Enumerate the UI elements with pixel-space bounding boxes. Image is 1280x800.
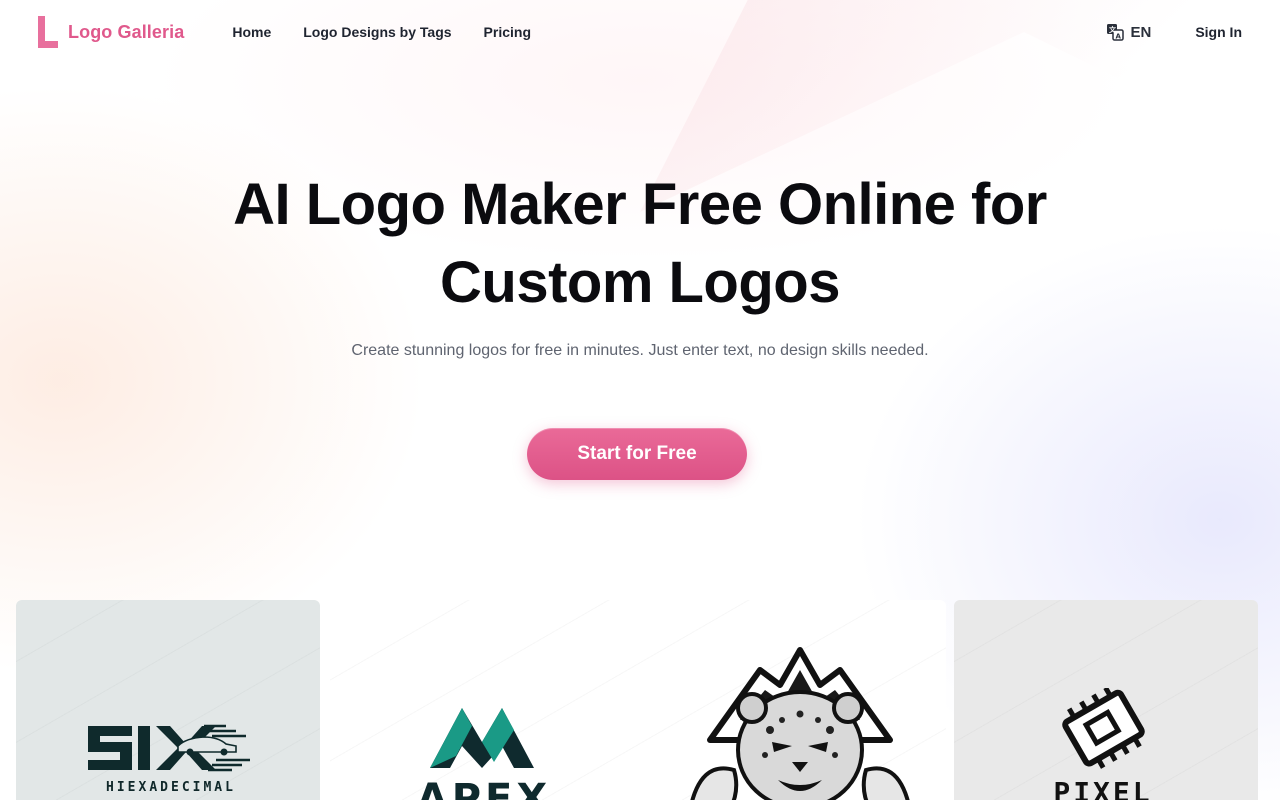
hero-title-line-2: Custom Logos: [440, 250, 840, 315]
apex-mountain-icon: [430, 708, 534, 768]
language-selector[interactable]: 文 A EN: [1106, 23, 1151, 41]
gallery-card-six[interactable]: HIEXADECIMAL: [16, 600, 320, 800]
brand-name: Logo Galleria: [68, 21, 185, 42]
nav-link-pricing[interactable]: Pricing: [484, 24, 531, 40]
gallery-card-pixel[interactable]: PIXEL: [954, 600, 1258, 800]
language-label: EN: [1130, 23, 1152, 41]
gallery-card-apex[interactable]: APEX: [330, 600, 946, 800]
hero-subtitle: Create stunning logos for free in minute…: [351, 342, 929, 359]
top-navbar: Logo Galleria Home Logo Designs by Tags …: [0, 0, 1280, 64]
brand-logo-link[interactable]: Logo Galleria: [38, 16, 184, 48]
pixel-logo-text: PIXEL: [1053, 776, 1153, 800]
hero-title-line-1: AI Logo Maker Free Online for: [233, 172, 1047, 237]
main-nav: Home Logo Designs by Tags Pricing: [232, 24, 531, 40]
pixel-chip-icon: [1062, 688, 1145, 769]
hero-title: AI Logo Maker Free Online for Custom Log…: [140, 166, 1140, 322]
nav-link-home[interactable]: Home: [232, 24, 271, 40]
svg-text:A: A: [1116, 33, 1122, 41]
sign-in-link[interactable]: Sign In: [1195, 24, 1242, 40]
translate-icon: 文 A: [1106, 23, 1125, 41]
logo-gallery: HIEXADECIMAL APEX PIXEL: [16, 600, 1264, 800]
nav-link-logo-designs-by-tags[interactable]: Logo Designs by Tags: [303, 24, 451, 40]
snow-leopard-logo: [690, 647, 910, 800]
start-for-free-button[interactable]: Start for Free: [527, 428, 747, 480]
brand-mark-icon: [38, 16, 58, 48]
six-subtext: HIEXADECIMAL: [106, 780, 236, 795]
apex-logo-text: APEX: [416, 776, 552, 800]
nav-actions: 文 A EN Sign In: [1106, 23, 1242, 41]
